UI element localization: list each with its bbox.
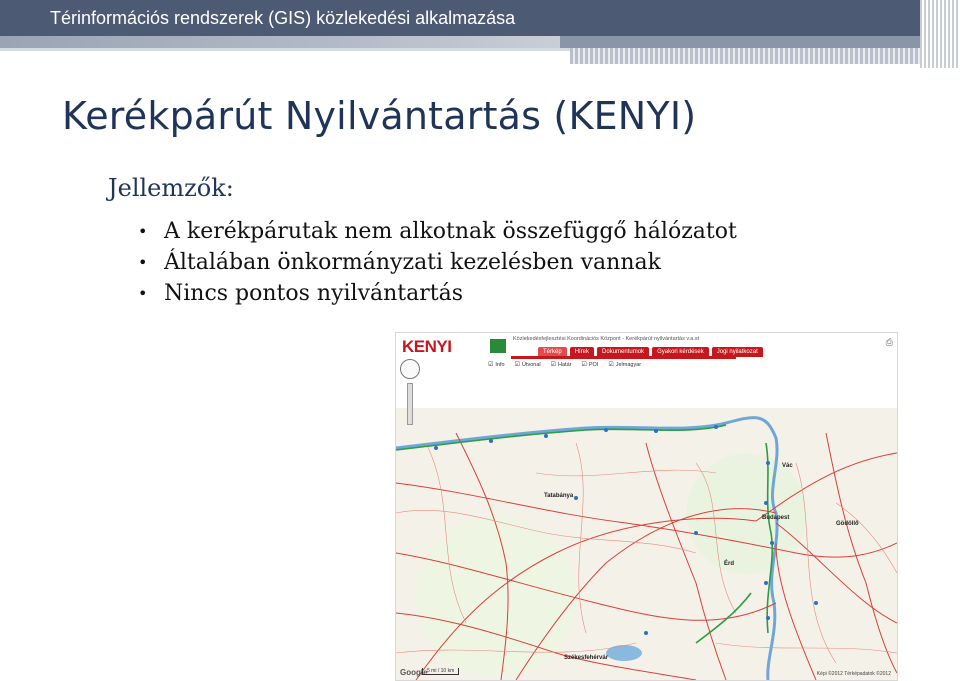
map-scale: 5 mi / 10 km: [422, 668, 460, 675]
kenyi-screenshot: Tatabánya Budapest Székesfehérvár Vác Gö…: [395, 332, 898, 681]
checkbox-utvonal[interactable]: Útvonal: [515, 361, 541, 368]
header-decor-stripes: [570, 48, 930, 64]
header-strip-light: [0, 48, 570, 51]
cyclist-icon: [490, 339, 506, 353]
checkbox-poi[interactable]: POI: [581, 361, 598, 368]
slide-title: Kerékpárút Nyilvántartás (KENYI): [62, 94, 697, 138]
zoom-slider[interactable]: [407, 383, 413, 425]
bullet-icon: •: [138, 253, 148, 272]
map-roads: [396, 416, 897, 680]
site-subtitle: Közlekedésfejlesztési Koordinációs Közpo…: [513, 336, 700, 342]
pan-control-icon[interactable]: [400, 359, 420, 379]
city-label: Tatabánya: [544, 493, 574, 499]
city-label: Gödöllő: [836, 521, 859, 527]
header-title: Térinformációs rendszerek (GIS) közleked…: [50, 8, 516, 28]
print-icon[interactable]: ⎙: [886, 337, 893, 348]
kenyi-logo[interactable]: KENYI: [402, 337, 452, 357]
slide-header-band: Térinformációs rendszerek (GIS) közleked…: [0, 0, 960, 36]
bullet-item: • A kerékpárutak nem alkotnak összefüggő …: [138, 216, 737, 247]
bullet-icon: •: [138, 284, 148, 303]
city-label: Érd: [724, 561, 735, 567]
city-label: Székesfehérvár: [564, 655, 609, 661]
bullet-item: • Általában önkormányzati kezelésben vann…: [138, 247, 737, 278]
bullet-item: • Nincs pontos nyilvántartás: [138, 278, 737, 309]
section-heading: Jellemzők:: [108, 174, 234, 202]
checkbox-jelmagyar[interactable]: Jelmagyar: [608, 361, 641, 368]
bullet-text: A kerékpárutak nem alkotnak összefüggő h…: [164, 219, 737, 244]
tab-underline: [511, 356, 736, 359]
bullet-list: • A kerékpárutak nem alkotnak összefüggő …: [138, 216, 737, 309]
bullet-text: Általában önkormányzati kezelésben vanna…: [164, 250, 661, 275]
city-label: Vác: [782, 463, 793, 469]
kenyi-header: KENYI Közlekedésfejlesztési Koordinációs…: [396, 333, 897, 425]
map-copyright: Képi ©2012 Térképadatok ©2012: [816, 671, 891, 677]
header-strip-gradient: [0, 36, 560, 48]
map-view[interactable]: Tatabánya Budapest Székesfehérvár Vác Gö…: [396, 403, 897, 680]
layer-checkboxes: Info Útvonal Határ POI Jelmagyar: [488, 361, 641, 368]
bullet-icon: •: [138, 222, 148, 241]
city-label: Budapest: [762, 515, 790, 521]
checkbox-info[interactable]: Info: [488, 361, 504, 368]
header-decor-bars: [920, 0, 960, 68]
checkbox-hatar[interactable]: Határ: [551, 361, 571, 368]
bullet-text: Nincs pontos nyilvántartás: [164, 281, 464, 306]
